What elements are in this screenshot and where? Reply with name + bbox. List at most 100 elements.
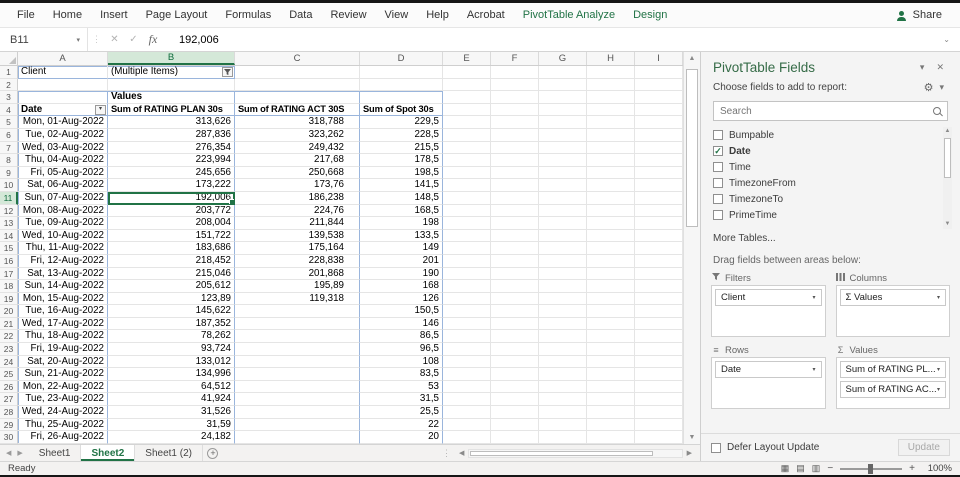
cell-F10[interactable] [491,179,539,192]
cell-I14[interactable] [635,229,683,243]
cell-E27[interactable] [443,393,491,407]
cell-C11[interactable]: 186,238 [235,191,360,205]
column-header-A[interactable]: A [18,52,108,65]
row-header-5[interactable]: 5 [0,116,18,129]
new-sheet-button[interactable]: + [203,445,223,461]
cell-H20[interactable] [587,305,635,318]
cell-H26[interactable] [587,380,635,394]
zoom-slider-thumb[interactable] [868,463,874,474]
cell-B29[interactable]: 31,59 [108,418,235,432]
pane-close-icon[interactable]: ✕ [930,62,950,73]
cell-B7[interactable]: 276,354 [108,141,235,155]
cell-A6[interactable]: Tue, 02-Aug-2022 [18,128,108,142]
cell-H18[interactable] [587,280,635,293]
cell-E23[interactable] [443,343,491,356]
cell-A1[interactable]: Client [18,66,108,79]
cell-D28[interactable]: 25,5 [360,406,443,419]
cell-I29[interactable] [635,418,683,432]
cell-C14[interactable]: 139,538 [235,229,360,243]
cell-A14[interactable]: Wed, 10-Aug-2022 [18,229,108,243]
cell-C1[interactable] [235,66,360,79]
row-header-22[interactable]: 22 [0,330,18,344]
cell-C10[interactable]: 173,76 [235,179,360,192]
cell-G23[interactable] [539,343,587,356]
cell-B30[interactable]: 24,182 [108,431,235,444]
cell-C12[interactable]: 224,76 [235,204,360,218]
cell-D27[interactable]: 31,5 [360,393,443,407]
cell-A18[interactable]: Sun, 14-Aug-2022 [18,280,108,293]
cell-G4[interactable] [539,103,587,117]
vertical-scrollbar[interactable]: ▲ ▼ [683,52,700,444]
cell-D4[interactable]: Sum of Spot 30s [360,103,443,117]
cell-E12[interactable] [443,204,491,218]
cell-A29[interactable]: Thu, 25-Aug-2022 [18,418,108,432]
cell-C3[interactable] [235,91,360,104]
cell-B14[interactable]: 151,722 [108,229,235,243]
cell-H13[interactable] [587,217,635,230]
field-checkbox-Bumpable[interactable] [713,130,723,140]
column-header-G[interactable]: G [539,52,587,65]
insert-function-icon[interactable]: fx [143,32,163,47]
zoom-slider[interactable] [840,463,903,474]
cell-A19[interactable]: Mon, 15-Aug-2022 [18,292,108,306]
cell-I6[interactable] [635,128,683,142]
cell-I9[interactable] [635,166,683,180]
cell-C5[interactable]: 318,788 [235,116,360,129]
cell-C17[interactable]: 201,868 [235,267,360,281]
cell-I26[interactable] [635,380,683,394]
cell-E22[interactable] [443,330,491,344]
cell-I2[interactable] [635,78,683,92]
area-field-chip[interactable]: Σ Values ▾ [839,289,946,306]
cell-E15[interactable] [443,242,491,255]
cell-D16[interactable]: 201 [360,254,443,268]
row-header-15[interactable]: 15 [0,242,18,255]
cell-H1[interactable] [587,66,635,79]
row-header-23[interactable]: 23 [0,343,18,356]
cell-D20[interactable]: 150,5 [360,305,443,318]
cell-G28[interactable] [539,406,587,419]
cell-E5[interactable] [443,116,491,129]
cell-H14[interactable] [587,229,635,243]
cell-D7[interactable]: 215,5 [360,141,443,155]
cell-G25[interactable] [539,368,587,381]
cell-B26[interactable]: 64,512 [108,380,235,394]
field-item-Bumpable[interactable]: Bumpable [713,127,948,143]
cell-B19[interactable]: 123,89 [108,292,235,306]
cell-A22[interactable]: Thu, 18-Aug-2022 [18,330,108,344]
cell-A28[interactable]: Wed, 24-Aug-2022 [18,406,108,419]
page-break-view-icon[interactable]: ▥ [812,463,821,474]
field-checkbox-Time[interactable] [713,162,723,172]
cell-D22[interactable]: 86,5 [360,330,443,344]
cell-G7[interactable] [539,141,587,155]
cell-F20[interactable] [491,305,539,318]
cell-E6[interactable] [443,128,491,142]
cell-E24[interactable] [443,355,491,369]
cell-D23[interactable]: 96,5 [360,343,443,356]
cell-E3[interactable] [443,91,491,104]
cell-I5[interactable] [635,116,683,129]
ribbon-tab-pivottable-analyze[interactable]: PivotTable Analyze [514,3,624,28]
cell-A15[interactable]: Thu, 11-Aug-2022 [18,242,108,255]
row-labels-dropdown-icon[interactable]: ▾ [95,104,106,115]
cell-G26[interactable] [539,380,587,394]
cell-D17[interactable]: 190 [360,267,443,281]
cell-E19[interactable] [443,292,491,306]
cell-F30[interactable] [491,431,539,444]
ribbon-tab-help[interactable]: Help [417,3,458,28]
chevron-down-icon[interactable]: ▾ [812,294,815,301]
cell-B8[interactable]: 223,994 [108,154,235,167]
row-header-9[interactable]: 9 [0,166,18,180]
row-header-7[interactable]: 7 [0,141,18,155]
cell-I13[interactable] [635,217,683,230]
cell-C22[interactable] [235,330,360,344]
field-checkbox-TimezoneFrom[interactable] [713,178,723,188]
zoom-out-icon[interactable]: − [827,463,833,474]
cell-A17[interactable]: Sat, 13-Aug-2022 [18,267,108,281]
cell-D29[interactable]: 22 [360,418,443,432]
row-header-30[interactable]: 30 [0,431,18,444]
row-header-17[interactable]: 17 [0,267,18,281]
zoom-in-icon[interactable]: + [909,463,915,474]
cell-H11[interactable] [587,191,635,205]
row-header-25[interactable]: 25 [0,368,18,381]
cell-H10[interactable] [587,179,635,192]
